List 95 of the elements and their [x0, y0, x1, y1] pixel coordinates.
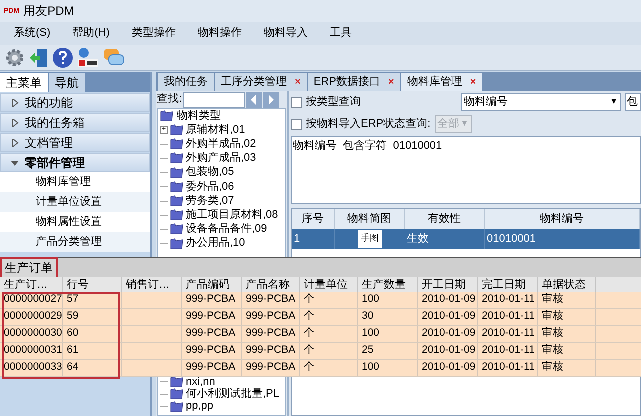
- table-cell: 100: [358, 360, 418, 376]
- table-cell: 25: [358, 343, 418, 359]
- group-label: 我的任务箱: [25, 114, 85, 132]
- group-label: 我的功能: [25, 94, 73, 112]
- close-icon[interactable]: ×: [295, 74, 301, 90]
- sidebar-group[interactable]: 我的任务箱: [0, 113, 150, 132]
- sidebar-item[interactable]: 物料库管理: [0, 172, 150, 192]
- table-cell: 60: [63, 326, 122, 342]
- table-cell: 100: [358, 326, 418, 342]
- sidebar-item[interactable]: 物料属性设置: [0, 212, 150, 232]
- table-cell: 个: [300, 343, 358, 359]
- table-cell: 100: [358, 292, 418, 308]
- table-row[interactable]: 1 手图 生效 01010001: [292, 229, 640, 249]
- table-cell: 999-PCBA: [242, 326, 300, 342]
- dropdown-arrow-icon: ▼: [610, 96, 618, 108]
- tree-item[interactable]: 外购产成品,03: [186, 150, 256, 167]
- sidebar-item[interactable]: 计量单位设置: [0, 192, 150, 212]
- table-cell: 30: [358, 309, 418, 325]
- table-cell: 个: [300, 360, 358, 376]
- sidebar-group[interactable]: 我的功能: [0, 93, 150, 112]
- tree-item[interactable]: 原辅材料,01: [186, 122, 246, 138]
- field-dropdown[interactable]: 物料编号 ▼: [461, 93, 621, 111]
- tab[interactable]: 物料库管理 ×: [401, 73, 482, 91]
- table-cell: 个: [300, 309, 358, 325]
- operator-dropdown[interactable]: 包: [625, 93, 641, 111]
- close-icon[interactable]: ×: [388, 74, 394, 90]
- table-cell: 审核: [538, 309, 596, 325]
- table-cell: 999-PCBA: [242, 309, 300, 325]
- tree-item[interactable]: 物料类型: [177, 109, 221, 124]
- table-cell: 999-PCBA: [242, 292, 300, 308]
- table-cell: 审核: [538, 360, 596, 376]
- tree-item[interactable]: 劳务类,07: [186, 192, 234, 210]
- table-cell: 2010-01-11: [478, 360, 538, 376]
- group-label: 零部件管理: [25, 154, 85, 172]
- tree-item[interactable]: 委外品,06: [186, 178, 234, 196]
- tab[interactable]: 我的任务: [158, 73, 214, 91]
- table-cell: 0000000033: [0, 360, 63, 376]
- table-cell: 59: [63, 309, 122, 325]
- table-cell: 01010001: [485, 229, 640, 249]
- sidebar-group[interactable]: 零部件管理: [0, 153, 150, 172]
- tab[interactable]: ERP数据接口 ×: [308, 73, 400, 91]
- menu-item[interactable]: 帮助(H): [72, 25, 110, 42]
- table-cell: 0000000031: [0, 343, 63, 359]
- sidebar-tab[interactable]: 主菜单: [0, 73, 48, 92]
- table-cell: 999-PCBA: [182, 343, 242, 359]
- condition-box[interactable]: 物料编号 包含字符 01010001: [291, 136, 641, 204]
- tree-item[interactable]: 办公用品,10: [186, 235, 246, 252]
- table-cell: 个: [300, 326, 358, 342]
- table-cell: 64: [63, 360, 122, 376]
- menu-item[interactable]: 系统(S): [14, 25, 51, 42]
- menu-item[interactable]: 物料导入: [264, 25, 308, 42]
- table-cell: 999-PCBA: [182, 326, 242, 342]
- dropdown-arrow-icon: ▼: [460, 118, 469, 130]
- sidebar-item[interactable]: 产品分类管理: [0, 232, 150, 252]
- panel-tab[interactable]: 生产订单: [2, 258, 56, 276]
- sidebar-tab[interactable]: 导航: [49, 73, 85, 92]
- checkbox-label: 按物料导入ERP状态查询:: [306, 116, 431, 132]
- menu-item[interactable]: 物料操作: [198, 25, 242, 42]
- table-cell: 999-PCBA: [242, 360, 300, 376]
- table-cell: 0000000029: [0, 309, 63, 325]
- table-cell: 个: [300, 292, 358, 308]
- table-cell: 2010-01-11: [478, 326, 538, 342]
- table-cell: 2010-01-11: [478, 343, 538, 359]
- table-cell: 1: [292, 229, 335, 249]
- search-label: 查找:: [157, 92, 182, 108]
- table-cell: 61: [63, 343, 122, 359]
- table-cell: 999-PCBA: [182, 309, 242, 325]
- sidebar-group[interactable]: 文档管理: [0, 133, 150, 152]
- table-cell: 0000000030: [0, 326, 63, 342]
- table-cell: 生效: [405, 229, 485, 249]
- tree-item[interactable]: 包装物,05: [186, 164, 234, 181]
- table-cell: 999-PCBA: [182, 360, 242, 376]
- menu-item[interactable]: 类型操作: [132, 25, 176, 42]
- table-cell: 审核: [538, 292, 596, 308]
- group-label: 文档管理: [25, 134, 73, 152]
- checkbox-label: 按类型查询: [306, 94, 361, 110]
- tab[interactable]: 工序分类管理 ×: [215, 73, 307, 91]
- table-cell: 2010-01-11: [478, 292, 538, 308]
- table-cell: 2010-01-09: [418, 309, 478, 325]
- table-cell: 2010-01-11: [478, 309, 538, 325]
- thumbnail: 手图: [358, 230, 382, 248]
- table-cell: 审核: [538, 326, 596, 342]
- tree-item[interactable]: 设备备品备件,09: [186, 221, 268, 238]
- window-title: 用友PDM: [24, 3, 74, 20]
- table-cell: 2010-01-09: [418, 360, 478, 376]
- table-cell: 2010-01-09: [418, 326, 478, 342]
- tree-item[interactable]: 外购半成品,02: [186, 136, 256, 153]
- table-cell: 999-PCBA: [182, 292, 242, 308]
- menu-item[interactable]: 工具: [330, 25, 352, 42]
- close-icon[interactable]: ×: [470, 74, 476, 90]
- table-cell: 审核: [538, 343, 596, 359]
- table-cell: 999-PCBA: [242, 343, 300, 359]
- table-cell: 2010-01-09: [418, 343, 478, 359]
- tree-item[interactable]: 施工项目原材料,08: [186, 206, 278, 224]
- table-cell: 2010-01-09: [418, 292, 478, 308]
